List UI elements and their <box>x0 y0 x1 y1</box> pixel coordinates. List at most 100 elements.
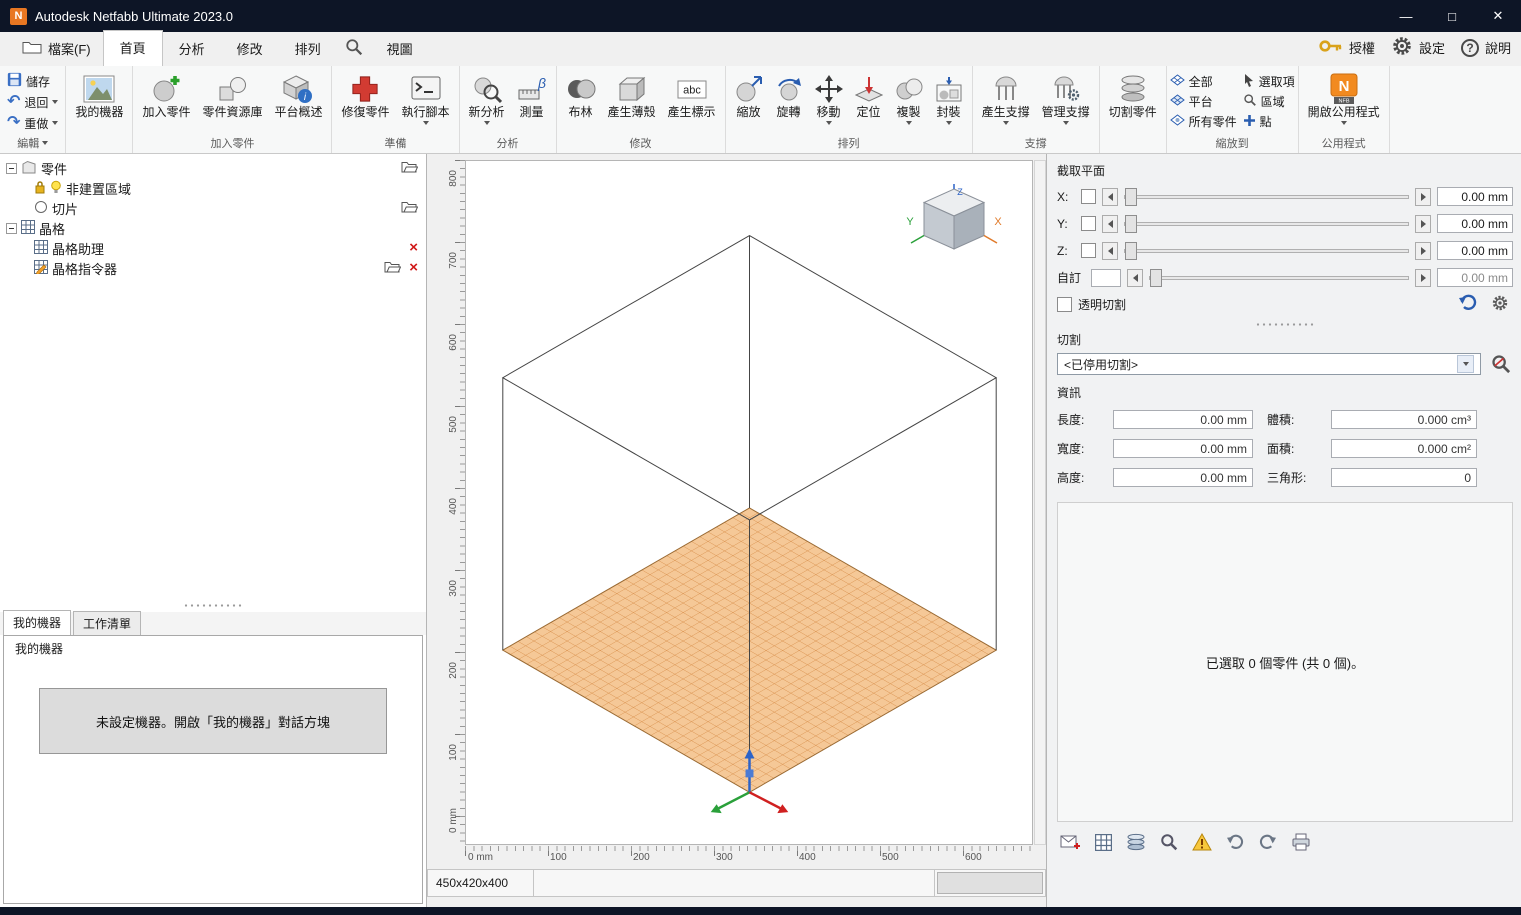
tree-row-no-build-zone[interactable]: 非建置區域 <box>0 178 426 198</box>
slice-parts-button[interactable]: 切割零件 <box>1103 69 1163 119</box>
close-button[interactable]: ✕ <box>1475 0 1521 32</box>
clip-x-slider-handle[interactable] <box>1125 188 1137 206</box>
open-folder-icon[interactable] <box>401 201 418 216</box>
tree-row-lattice-commander[interactable]: 晶格指令器 × <box>0 258 426 278</box>
move-button[interactable]: 移動 <box>809 69 849 125</box>
zoom-point-button[interactable]: 點 <box>1243 113 1295 130</box>
3d-canvas[interactable]: Y X Z <box>465 160 1033 845</box>
redo-button[interactable]: ↷ 重做 <box>3 113 62 133</box>
help-button[interactable]: ? 說明 <box>1461 38 1511 57</box>
zoom-selection-button[interactable]: 選取項 <box>1243 73 1295 90</box>
group-label-edit[interactable]: 編輯 <box>0 135 65 151</box>
tab-analysis[interactable]: 分析 <box>163 32 221 66</box>
add-part-button[interactable]: 加入零件 <box>136 69 196 119</box>
clip-z-decrease-button[interactable] <box>1102 242 1118 260</box>
clip-z-increase-button[interactable] <box>1415 242 1431 260</box>
run-script-button[interactable]: 執行腳本 <box>396 69 456 125</box>
clip-y-slider-handle[interactable] <box>1125 215 1137 233</box>
zoom-icon[interactable] <box>1158 831 1180 853</box>
position-button[interactable]: 定位 <box>849 69 889 119</box>
clip-z-value[interactable]: 0.00 mm <box>1437 241 1513 260</box>
clip-x-slider[interactable] <box>1124 195 1409 199</box>
tree-row-lattice[interactable]: 晶格 <box>0 218 426 238</box>
clipping-settings-gear-icon[interactable] <box>1491 294 1509 315</box>
slices-icon[interactable] <box>1125 831 1147 853</box>
repair-part-button[interactable]: 修復零件 <box>335 69 395 119</box>
clip-x-value[interactable]: 0.00 mm <box>1437 187 1513 206</box>
zoom-all-parts-button[interactable]: 所有零件 <box>1170 113 1237 130</box>
open-folder-icon[interactable] <box>401 161 418 176</box>
tab-home[interactable]: 首頁 <box>103 30 163 66</box>
clip-x-decrease-button[interactable] <box>1102 188 1118 206</box>
tree-row-lattice-assistant[interactable]: 晶格助理 × <box>0 238 426 258</box>
custom-slider[interactable] <box>1149 276 1409 280</box>
tab-job-list[interactable]: 工作清單 <box>73 611 141 635</box>
dropdown-arrow-icon[interactable] <box>1457 355 1474 373</box>
settings-button[interactable]: 設定 <box>1391 35 1445 60</box>
refresh-ccw-icon[interactable] <box>1224 831 1246 853</box>
tab-arrange[interactable]: 排列 <box>279 32 337 66</box>
delete-icon[interactable]: × <box>409 262 418 274</box>
clip-z-slider[interactable] <box>1124 249 1409 253</box>
clip-y-slider[interactable] <box>1124 222 1409 226</box>
tree-row-slices[interactable]: 切片 <box>0 198 426 218</box>
custom-plane-field[interactable] <box>1091 269 1121 287</box>
tab-my-machines[interactable]: 我的機器 <box>3 610 71 635</box>
platform-overview-button[interactable]: i 平台概述 <box>268 69 328 119</box>
tree-row-parts[interactable]: 零件 <box>0 158 426 178</box>
navigation-cube[interactable]: Y X Z <box>904 183 1004 262</box>
vertical-scrollbar[interactable] <box>1034 160 1046 845</box>
clip-y-checkbox[interactable] <box>1081 216 1096 231</box>
bulb-icon[interactable] <box>50 180 62 197</box>
clip-x-increase-button[interactable] <box>1415 188 1431 206</box>
create-label-button[interactable]: abc 產生標示 <box>662 69 722 119</box>
zoom-region-button[interactable]: 區域 <box>1243 93 1295 110</box>
cut-dropdown[interactable]: <已停用切割> <box>1057 353 1481 375</box>
expander-icon[interactable] <box>6 223 17 234</box>
clip-y-decrease-button[interactable] <box>1102 215 1118 233</box>
boolean-button[interactable]: 布林 <box>560 69 602 119</box>
custom-decrease-button[interactable] <box>1127 269 1143 287</box>
manage-support-button[interactable]: 管理支撐 <box>1036 69 1096 125</box>
new-analysis-button[interactable]: 新分析 <box>463 69 511 125</box>
file-menu-button[interactable]: 檔案(F) <box>10 32 103 66</box>
transparent-cut-checkbox[interactable] <box>1057 297 1072 312</box>
license-button[interactable]: 授權 <box>1319 38 1375 57</box>
my-machines-button[interactable]: 我的機器 <box>69 69 129 119</box>
repair-warning-icon[interactable] <box>1191 831 1213 853</box>
maximize-button[interactable]: □ <box>1429 0 1475 32</box>
export-report-icon[interactable] <box>1059 831 1081 853</box>
delete-icon[interactable]: × <box>409 242 418 254</box>
expander-icon[interactable] <box>6 163 17 174</box>
zoom-platform-button[interactable]: 平台 <box>1170 93 1237 110</box>
search-button[interactable] <box>337 32 371 66</box>
custom-slider-handle[interactable] <box>1150 269 1162 287</box>
rotate-button[interactable]: 旋轉 <box>769 69 809 119</box>
clip-z-slider-handle[interactable] <box>1125 242 1137 260</box>
minimize-button[interactable]: — <box>1383 0 1429 32</box>
open-folder-icon[interactable] <box>384 261 401 276</box>
refresh-cw-icon[interactable] <box>1257 831 1279 853</box>
clip-z-checkbox[interactable] <box>1081 243 1096 258</box>
create-shell-button[interactable]: 產生薄殼 <box>602 69 662 119</box>
zoom-all-button[interactable]: 全部 <box>1170 73 1237 90</box>
print-icon[interactable] <box>1290 831 1312 853</box>
custom-increase-button[interactable] <box>1415 269 1431 287</box>
clip-y-increase-button[interactable] <box>1415 215 1431 233</box>
cut-tool-icon[interactable] <box>1489 352 1513 376</box>
tab-modify[interactable]: 修改 <box>221 32 279 66</box>
pack-button[interactable]: 封裝 <box>929 69 969 125</box>
scale-button[interactable]: 縮放 <box>729 69 769 119</box>
clip-y-value[interactable]: 0.00 mm <box>1437 214 1513 233</box>
duplicate-button[interactable]: 複製 <box>889 69 929 125</box>
lattice-icon[interactable] <box>1092 831 1114 853</box>
save-button[interactable]: 儲存 <box>3 71 62 91</box>
part-library-button[interactable]: 零件資源庫 <box>196 69 268 119</box>
undo-button[interactable]: ↶ 退回 <box>3 92 62 112</box>
tab-view[interactable]: 視圖 <box>371 32 429 66</box>
open-utilities-button[interactable]: NNFB 開啟公用程式 <box>1302 69 1386 125</box>
generate-support-button[interactable]: 產生支撐 <box>976 69 1036 125</box>
measure-button[interactable]: β 測量 <box>511 69 553 119</box>
reset-clipping-icon[interactable] <box>1458 294 1477 314</box>
clip-x-checkbox[interactable] <box>1081 189 1096 204</box>
